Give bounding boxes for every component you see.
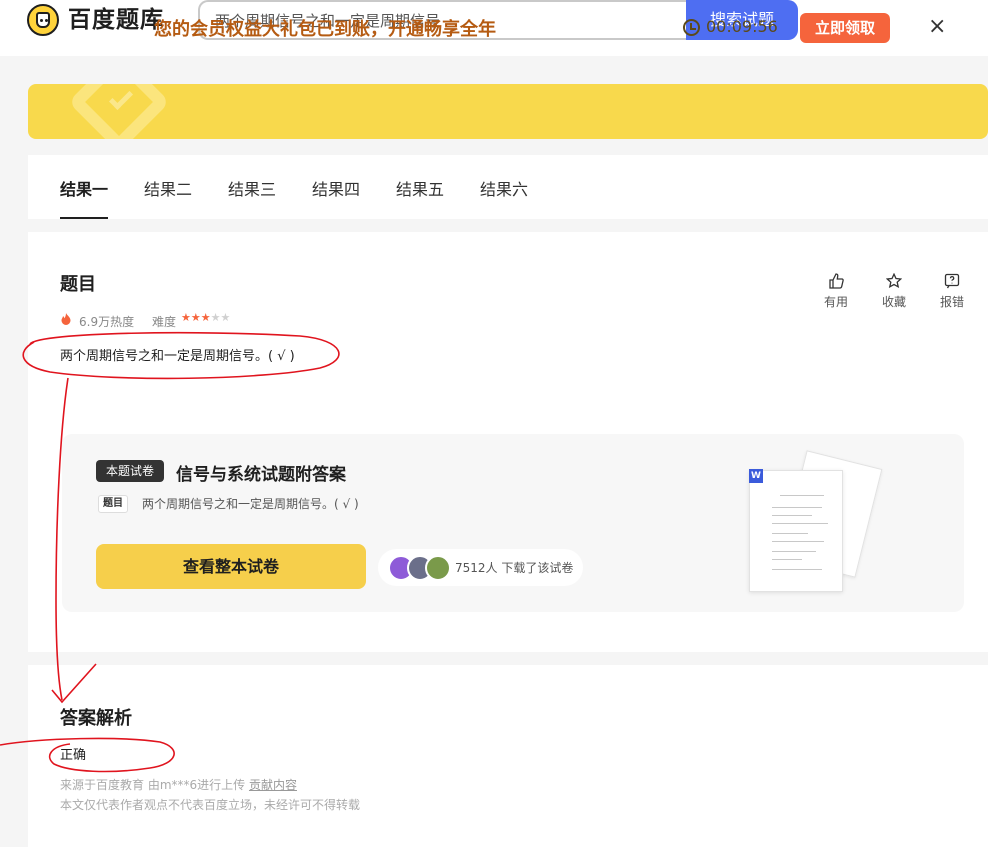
star-icon-filled: ★ bbox=[181, 311, 191, 324]
countdown-timer: 00:09:56 bbox=[706, 17, 778, 36]
exam-question-text: 两个周期信号之和一定是周期信号。( √ ) bbox=[142, 497, 359, 511]
difficulty-label: 难度 bbox=[152, 315, 177, 329]
claim-button[interactable]: 立即领取 bbox=[800, 13, 890, 43]
report-icon bbox=[944, 273, 960, 289]
answer-heading: 答案解析 bbox=[60, 708, 132, 729]
logo-text[interactable]: 百度题库 bbox=[68, 5, 164, 35]
report-button[interactable]: 报错 bbox=[932, 273, 972, 310]
question-tag: 题目 bbox=[98, 495, 128, 513]
tab-result-3[interactable]: 结果三 bbox=[228, 176, 276, 200]
thumbs-up-icon bbox=[829, 273, 844, 289]
tab-result-6[interactable]: 结果六 bbox=[480, 176, 528, 200]
avatar bbox=[425, 555, 451, 581]
promo-banner[interactable] bbox=[28, 84, 988, 139]
download-count-text: 7512人 下载了该试卷 bbox=[455, 561, 574, 575]
tab-result-5[interactable]: 结果五 bbox=[396, 176, 444, 200]
star-icon-empty: ★ bbox=[220, 311, 231, 324]
word-doc-icon: W bbox=[749, 469, 763, 483]
heat-count: 6.9万热度 bbox=[79, 315, 135, 329]
source-info: 来源于百度教育 由m***6进行上传 贡献内容 bbox=[60, 776, 297, 793]
report-label: 报错 bbox=[939, 295, 964, 309]
source-prefix: 来源于百度教育 由m***6进行上传 bbox=[60, 778, 246, 792]
star-icon-filled: ★ bbox=[200, 311, 211, 324]
question-text: 两个周期信号之和一定是周期信号。( √ ) bbox=[60, 349, 295, 364]
baidu-tiku-logo-icon[interactable] bbox=[27, 4, 59, 36]
document-preview-thumbnail[interactable] bbox=[749, 470, 843, 592]
star-icon bbox=[886, 273, 902, 289]
tab-result-4[interactable]: 结果四 bbox=[312, 176, 360, 200]
favorite-button[interactable]: 收藏 bbox=[874, 273, 914, 310]
active-tab-indicator bbox=[60, 217, 108, 219]
useful-button[interactable]: 有用 bbox=[816, 273, 856, 310]
exam-tag: 本题试卷 bbox=[96, 460, 164, 482]
answer-text: 正确 bbox=[60, 748, 87, 763]
clock-icon bbox=[683, 19, 700, 36]
tab-result-2[interactable]: 结果二 bbox=[144, 176, 192, 200]
useful-label: 有用 bbox=[823, 295, 848, 309]
flame-icon bbox=[60, 313, 72, 329]
question-heading: 题目 bbox=[60, 274, 96, 295]
star-icon-filled: ★ bbox=[190, 311, 201, 324]
contribute-link[interactable]: 贡献内容 bbox=[249, 778, 297, 792]
banner-message: 您的会员权益大礼包已到账，开通畅享全年 bbox=[154, 19, 496, 40]
close-icon[interactable]: × bbox=[928, 13, 946, 41]
favorite-label: 收藏 bbox=[881, 295, 906, 309]
tab-result-1[interactable]: 结果一 bbox=[60, 176, 108, 200]
star-icon-empty: ★ bbox=[210, 311, 221, 324]
exam-title[interactable]: 信号与系统试题附答案 bbox=[176, 460, 346, 485]
answer-card bbox=[28, 665, 988, 847]
disclaimer-text: 本文仅代表作者观点不代表百度立场，未经许可不得转载 bbox=[60, 798, 361, 812]
view-full-paper-button[interactable]: 查看整本试卷 bbox=[96, 544, 366, 589]
difficulty-rating: ★★★★★ bbox=[181, 311, 230, 324]
